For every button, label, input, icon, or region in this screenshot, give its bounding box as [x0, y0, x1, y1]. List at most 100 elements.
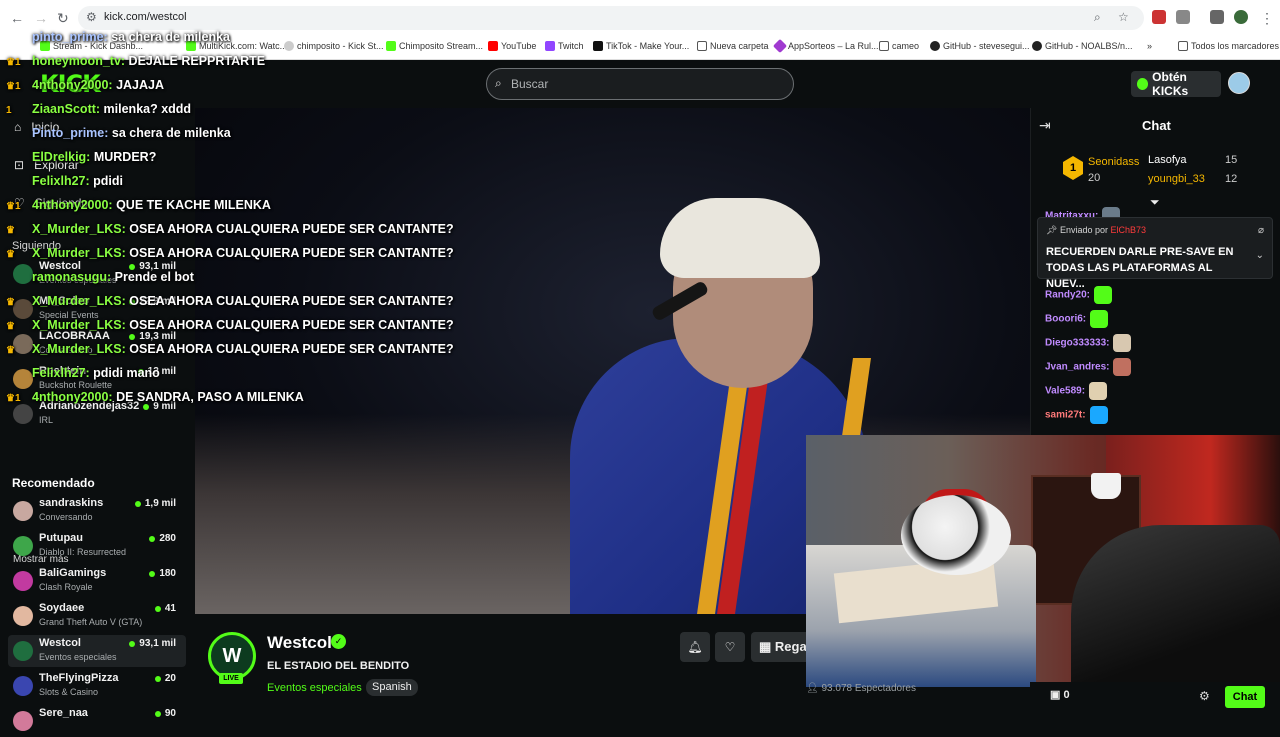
expand-pinned-icon[interactable]: ⏷: [1150, 195, 1160, 210]
badge-icon: ♛: [6, 249, 15, 260]
site-settings-icon[interactable]: ⚙: [86, 10, 97, 24]
chat-username[interactable]: Booori6:: [1045, 314, 1086, 325]
chat-username[interactable]: Vale589:: [1045, 386, 1085, 397]
chat-username: X_Murder_LKS:: [32, 294, 126, 308]
address-bar[interactable]: ⚙ kick.com/westcol ⌕ ☆: [78, 6, 1144, 30]
user-avatar[interactable]: [1228, 72, 1250, 94]
emote-icon: [1113, 334, 1132, 352]
overlay-chat-message: ♛1 4nthony2000: JAJAJA: [6, 78, 164, 92]
chat-username: pinto_prime:: [32, 30, 108, 44]
gift-subs-button[interactable]: ▦ Regalar: [751, 632, 811, 662]
viewer-count-text: 20: [164, 673, 176, 684]
live-dot-icon: [149, 570, 156, 577]
get-kicks-button[interactable]: Obtén KICKs: [1131, 70, 1221, 98]
extension-icon[interactable]: [1152, 10, 1166, 24]
gift-counter[interactable]: ▣ 0: [1050, 688, 1070, 701]
chat-text: DE SANDRA, PASO A MILENKA: [116, 390, 304, 404]
bookmark-folder[interactable]: Nueva carpeta: [697, 41, 769, 51]
channel-row[interactable]: Westcol Eventos especiales 93,1 mil: [8, 635, 186, 667]
zoom-icon[interactable]: ⌕: [1094, 10, 1101, 25]
performer-cap: [660, 198, 820, 278]
chat-text: sa chera de milenka: [111, 30, 231, 44]
back-icon[interactable]: ←: [10, 10, 24, 26]
notification-bell-button[interactable]: 🔔︎: [680, 632, 710, 662]
bookmark-item[interactable]: TikTok - Make Your...: [593, 41, 689, 51]
follow-button[interactable]: ♡: [715, 632, 745, 662]
search-icon: ⌕: [495, 76, 502, 90]
overlay-chat-message: pinto_prime: sa chera de milenka: [6, 30, 230, 44]
chat-settings-icon[interactable]: ⚙: [1199, 689, 1210, 703]
pinned-by: 📌︎ Enviado por ElChB73: [1046, 225, 1147, 235]
channel-name: Soydaee: [39, 602, 85, 614]
bookmark-item[interactable]: GitHub - NOALBS/n...: [1032, 41, 1133, 51]
gifter-name[interactable]: youngbi_33: [1148, 173, 1205, 185]
channel-row[interactable]: Soydaee Grand Theft Auto V (GTA) 41: [8, 600, 186, 632]
bookmark-item[interactable]: Twitch: [545, 41, 584, 51]
channel-avatar: [13, 536, 33, 556]
bookmark-item[interactable]: YouTube: [488, 41, 536, 51]
chat-username: Pinto_prime:: [32, 126, 109, 140]
collapse-chat-icon[interactable]: ⇥: [1039, 117, 1051, 134]
badge-icon: 1: [6, 105, 12, 116]
unpin-icon[interactable]: ⌀: [1258, 225, 1264, 236]
live-dot-icon: [149, 535, 156, 542]
bookmark-star-icon[interactable]: ☆: [1118, 10, 1129, 24]
profile-icon[interactable]: [1234, 10, 1248, 24]
channel-row[interactable]: Putupau Diablo II: Resurrected 280: [8, 530, 186, 562]
live-dot-icon: [143, 403, 150, 410]
top-gifter-name[interactable]: Seonidass: [1088, 156, 1139, 168]
bookmark-item[interactable]: GitHub - stevesegui...: [930, 41, 1030, 51]
channel-avatar: [13, 641, 33, 661]
channel-category: Eventos especiales: [39, 652, 117, 662]
extensions-puzzle-icon[interactable]: [1176, 10, 1190, 24]
chat-username: Felixlh27:: [32, 366, 90, 380]
bookmark-folder[interactable]: cameo: [879, 41, 919, 51]
search-input[interactable]: ⌕ Buscar: [486, 68, 794, 100]
viewer-count-text: 1,9 mil: [144, 498, 176, 509]
forward-icon[interactable]: →: [34, 10, 48, 26]
language-tag[interactable]: Spanish: [366, 679, 418, 696]
heart-icon: ♡: [724, 640, 736, 654]
more-bookmarks-icon[interactable]: »: [1147, 41, 1152, 51]
chat-username[interactable]: sami27t:: [1045, 410, 1086, 421]
badge-icon: ♛: [6, 225, 15, 236]
chat-message: Booori6:: [1045, 310, 1109, 328]
viewer-count: 280: [149, 533, 176, 544]
emote-icon: [1089, 382, 1108, 400]
live-dot-icon: [154, 710, 161, 717]
emote-icon: [1090, 310, 1109, 328]
overlay-chat-message: ElDrelkig: MURDER?: [6, 150, 156, 164]
viewer-count-text: 180: [159, 568, 176, 579]
bookmark-item[interactable]: AppSorteos – La Rul...: [772, 38, 879, 54]
channel-row[interactable]: BaliGamings Clash Royale 180: [8, 565, 186, 597]
kicks-coin-icon: [1137, 78, 1149, 90]
chevron-down-icon[interactable]: ⌄: [1256, 250, 1264, 261]
viewer-count-text: 93,1 mil: [139, 638, 176, 649]
reload-icon[interactable]: ↻: [57, 10, 69, 27]
url-text[interactable]: kick.com/westcol: [104, 11, 187, 23]
chat-username[interactable]: Diego333333:: [1045, 338, 1109, 349]
channel-row[interactable]: TheFlyingPizza Slots & Casino 20: [8, 670, 186, 702]
channel-row[interactable]: sandraskins Conversando 1,9 mil: [8, 495, 186, 527]
media-icon[interactable]: [1210, 10, 1224, 24]
streamer-name[interactable]: Westcol: [267, 633, 332, 653]
pinned-message[interactable]: 📌︎ Enviado por ElChB73 ⌀ RECUERDEN DARLE…: [1037, 217, 1273, 290]
channel-category: Clash Royale: [39, 582, 93, 592]
gifter-name[interactable]: Lasofya: [1148, 154, 1187, 166]
pin-icon: 📌︎: [1046, 225, 1060, 235]
bookmark-folder-all[interactable]: Todos los marcadores: [1178, 41, 1279, 51]
chat-username[interactable]: Jvan_andres:: [1045, 362, 1109, 373]
bookmark-item[interactable]: Chimposito Stream...: [386, 41, 483, 51]
live-dot-icon: [129, 333, 136, 340]
channel-row[interactable]: Sere_naa 90: [8, 705, 186, 737]
stream-category[interactable]: Eventos especiales: [267, 682, 362, 694]
overlay-chat-message: ramonasugu: Prende el bot: [6, 270, 194, 284]
bookmark-item[interactable]: chimposito - Kick St...: [284, 41, 384, 51]
menu-icon[interactable]: ⋮: [1260, 10, 1274, 27]
chat-username: ZiaanScott:: [32, 102, 101, 116]
viewer-count: 19,3 mil: [129, 331, 176, 342]
chat-text: QUE TE KACHE MILENKA: [116, 198, 271, 212]
chat-send-button[interactable]: Chat: [1225, 686, 1265, 708]
chat-text: OSEA AHORA CUALQUIERA PUEDE SER CANTANTE…: [129, 294, 454, 308]
overlay-chat-message: Felixlh27: pdidi: [6, 174, 123, 188]
